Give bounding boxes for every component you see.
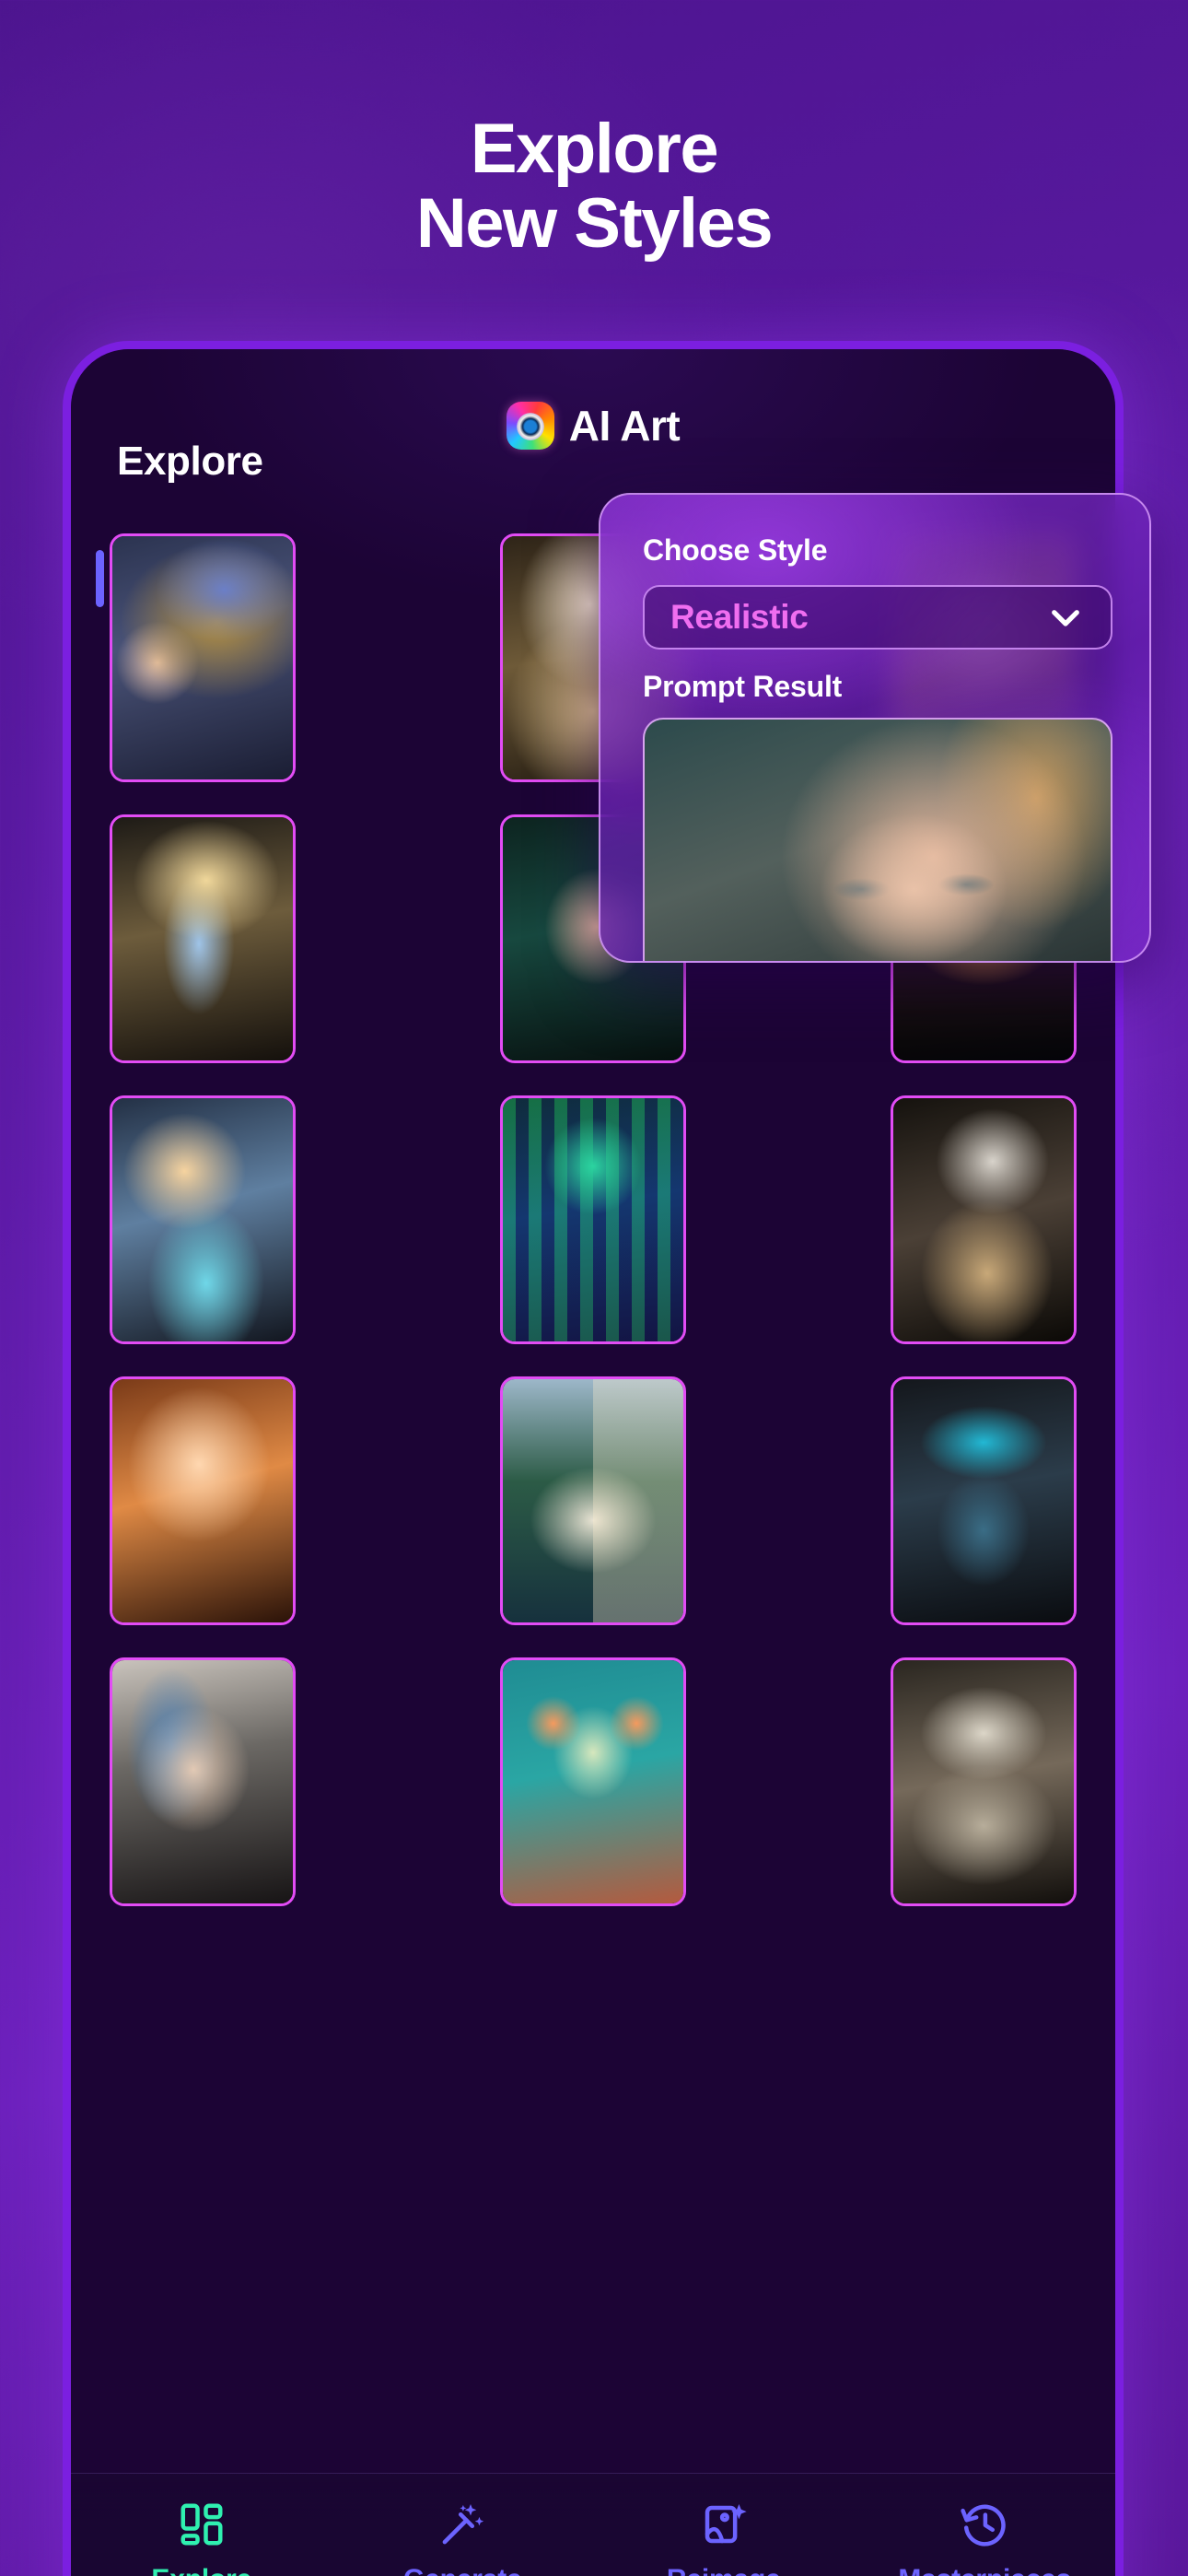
scroll-indicator[interactable] [96,550,104,607]
page-title: Explore [117,439,263,484]
art-thumbnail [893,1098,1074,1341]
grid-row [110,1095,1077,1344]
choose-style-overlay-card: Choose Style Realistic Prompt Result [599,493,1151,963]
art-thumbnail [893,1660,1074,1903]
bottom-navigation[interactable]: Explore Generate Re [71,2473,1115,2576]
art-thumbnail [112,817,293,1060]
art-card-anime-cyborg-girl[interactable] [110,1095,296,1344]
art-thumbnail [893,1379,1074,1622]
art-card-native-chief-headdress[interactable] [891,1376,1077,1625]
art-thumbnail [112,1098,293,1341]
image-sparkle-icon [705,2503,747,2544]
art-card-tattooed-elder-warrior[interactable] [891,1095,1077,1344]
ai-art-eye-logo-icon [506,402,554,450]
magic-wand-icon [442,2503,484,2545]
nav-item-masterpieces[interactable]: Masterpieces [855,2500,1116,2576]
choose-style-label: Choose Style [643,533,828,567]
nav-label-explore: Explore [151,2564,251,2576]
grid-row [110,1376,1077,1625]
art-card-nature-skull-landscape[interactable] [500,1376,686,1625]
art-card-astronaut-in-cave[interactable] [110,814,296,1063]
style-dropdown[interactable]: Realistic [643,585,1112,650]
art-thumbnail [503,1660,683,1903]
art-card-anime-girl-sunset[interactable] [110,1376,296,1625]
hero-line-2: New Styles [415,183,774,263]
art-card-ornate-blue-flower-knight[interactable] [110,533,296,782]
nav-label-reimage: Reimage [667,2564,781,2576]
art-thumbnail [112,1660,293,1903]
nav-item-explore[interactable]: Explore [71,2500,332,2576]
history-clock-icon [961,2504,1006,2547]
nav-label-generate: Generate [403,2564,522,2576]
art-thumbnail [503,1098,683,1341]
nav-item-reimage[interactable]: Reimage [593,2500,855,2576]
app-title: AI Art [568,402,681,450]
chevron-down-icon [1052,610,1079,626]
art-card-blue-hair-glasses-woman[interactable] [110,1657,296,1906]
hero-line-1: Explore [470,110,719,188]
style-dropdown-value: Realistic [670,598,809,636]
prompt-result-image[interactable] [643,718,1112,961]
grid-row [110,1657,1077,1906]
grid-blocks-icon [181,2503,223,2546]
prompt-result-label: Prompt Result [643,670,843,703]
prompt-result-face [775,797,1065,961]
art-thumbnail [112,1379,293,1622]
art-card-yellow-sunglasses-portrait[interactable] [500,1657,686,1906]
nav-label-masterpieces: Masterpieces [898,2564,1071,2576]
art-card-white-gold-armor[interactable] [891,1657,1077,1906]
art-thumbnail [112,536,293,779]
nav-item-generate[interactable]: Generate [332,2500,594,2576]
hero-headline: Explore New Styles [0,110,1188,263]
art-card-neon-cyberpunk-woman[interactable] [500,1095,686,1344]
art-thumbnail [503,1379,683,1622]
